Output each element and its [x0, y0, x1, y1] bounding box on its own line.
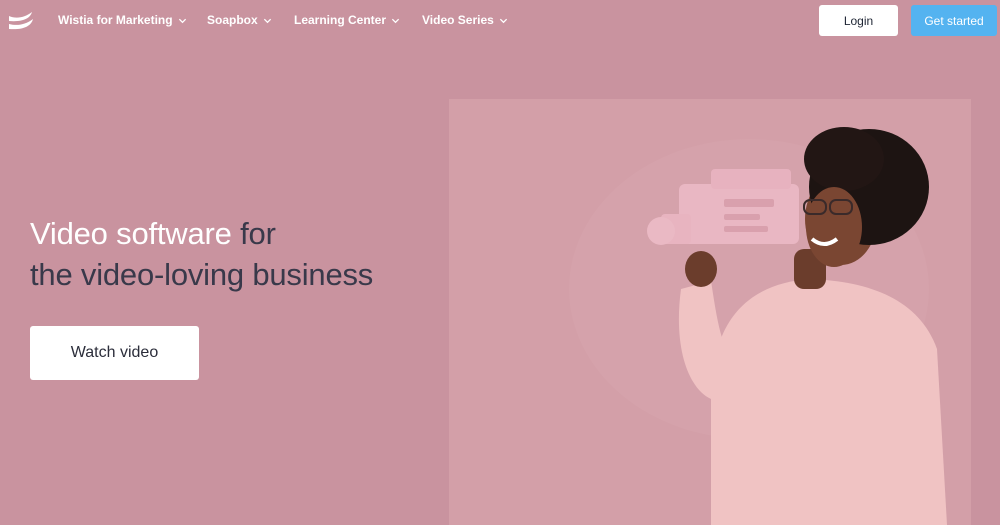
hero-title-line2: the video-loving business — [30, 257, 374, 292]
person-with-camcorder-illustration — [569, 127, 947, 525]
watch-video-button[interactable]: Watch video — [30, 326, 199, 380]
chevron-down-icon — [178, 18, 186, 23]
wistia-logo-icon[interactable] — [8, 10, 34, 32]
nav-item-label: Soapbox — [207, 13, 258, 27]
top-navigation: Wistia for Marketing Soapbox Learning Ce… — [0, 0, 1000, 42]
hero-title-highlight: Video software — [30, 216, 232, 251]
nav-item-label: Video Series — [422, 13, 494, 27]
login-button[interactable]: Login — [819, 5, 898, 36]
hero-title-rest: for — [240, 216, 276, 251]
nav-item-wistia-for-marketing[interactable]: Wistia for Marketing — [58, 13, 187, 27]
nav-item-learning-center[interactable]: Learning Center — [294, 13, 400, 27]
hero-title: Video software for the video-loving busi… — [30, 213, 373, 295]
get-started-button[interactable]: Get started — [911, 5, 997, 36]
chevron-down-icon — [391, 18, 400, 23]
nav-item-soapbox[interactable]: Soapbox — [207, 13, 272, 27]
hero-video-image — [449, 99, 971, 525]
chevron-down-icon — [263, 18, 271, 23]
nav-item-label: Learning Center — [294, 13, 387, 27]
nav-item-label: Wistia for Marketing — [58, 13, 173, 27]
nav-item-video-series[interactable]: Video Series — [422, 13, 508, 27]
chevron-down-icon — [499, 18, 507, 23]
